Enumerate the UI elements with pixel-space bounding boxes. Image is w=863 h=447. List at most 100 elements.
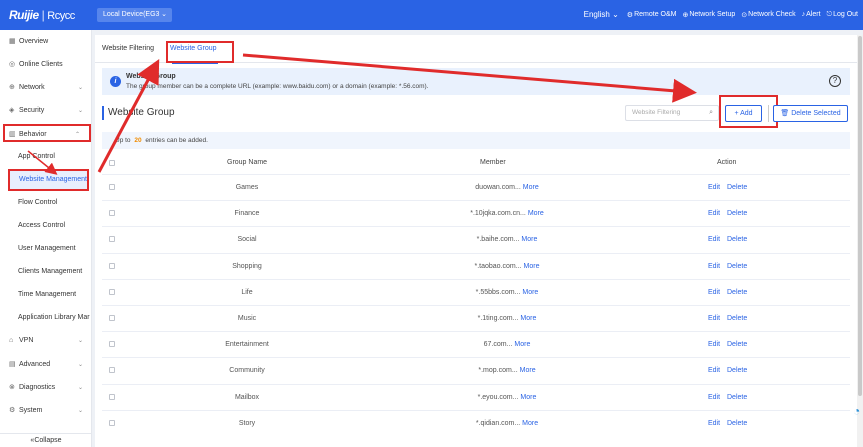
advanced-icon: ▤ — [9, 361, 16, 368]
header-group-name: Group Name — [227, 159, 268, 166]
delete-link[interactable]: Delete — [727, 315, 747, 322]
sidebar-item-vpn[interactable]: ⌂ VPN ⌄ — [0, 332, 92, 350]
edit-link[interactable]: Edit — [708, 289, 720, 296]
annotation-box-add — [719, 95, 778, 128]
sidebar-item-diagnostics[interactable]: ⊗ Diagnostics ⌄ — [0, 379, 92, 397]
logout-link[interactable]: ⎋ Log Out — [827, 11, 858, 19]
edit-link[interactable]: Edit — [708, 210, 720, 217]
member-cell: *.55bbs.com... More — [475, 288, 539, 296]
alert-link[interactable]: ♪ Alert — [802, 11, 821, 18]
group-name-cell: Entertainment — [225, 341, 269, 349]
group-name-cell: Music — [237, 315, 257, 322]
collapse-button[interactable]: «Collapse — [0, 433, 92, 447]
chevron-down-icon: ⌄ — [77, 108, 83, 114]
more-link[interactable]: More — [522, 289, 538, 296]
table-row: Games duowan.com... More Edit Delete — [102, 174, 850, 200]
gear-icon: ⚙ — [9, 407, 16, 414]
globe-icon: ⊕ — [9, 84, 15, 91]
help-icon[interactable]: ? — [829, 75, 841, 87]
delete-link[interactable]: Delete — [727, 184, 747, 191]
group-name-cell: Finance — [234, 210, 260, 218]
table-row: Life *.55bbs.com... More Edit Delete — [102, 278, 850, 305]
section-accent — [102, 106, 104, 120]
group-name-cell: Games — [235, 184, 259, 191]
table-header: Group Name Member Action — [102, 158, 850, 171]
sidebar-item-advanced[interactable]: ▤ Advanced ⌄ — [0, 356, 92, 374]
more-link[interactable]: More — [514, 341, 530, 348]
delete-link[interactable]: Delete — [727, 341, 747, 348]
member-cell: *.baihe.com... More — [476, 236, 538, 244]
header-member: Member — [480, 159, 506, 166]
sidebar-item-application-library[interactable]: Application Library Mar — [0, 309, 92, 327]
more-link[interactable]: More — [523, 184, 539, 191]
search-icon: ⌕ — [709, 109, 713, 116]
chevron-down-icon: ⌄ — [77, 408, 83, 414]
sidebar-item-app-control[interactable]: App Control — [0, 148, 92, 166]
edit-link[interactable]: Edit — [708, 367, 720, 374]
member-cell: *.qidian.com... More — [475, 419, 539, 427]
sidebar-item-access-control[interactable]: Access Control — [0, 217, 92, 235]
delete-link[interactable]: Delete — [727, 289, 747, 296]
clients-icon: ◎ — [9, 61, 16, 68]
chevron-up-icon: ⌃ — [74, 132, 80, 138]
tab-website-filtering[interactable]: Website Filtering — [102, 45, 154, 52]
check-icon: ⊙ — [741, 11, 748, 19]
main-panel: Website Filtering Website Group i Websit… — [95, 35, 857, 447]
sidebar-item-security[interactable]: ◈ Security ⌄ — [0, 102, 92, 120]
delete-link[interactable]: Delete — [727, 210, 747, 217]
sidebar: ▦ Overview ◎ Online Clients ⊕ Network ⌄ ◈ Sec… — [0, 30, 92, 447]
delete-link[interactable]: Delete — [727, 420, 747, 427]
delete-link[interactable]: Delete — [727, 367, 747, 374]
shield-icon: ◈ — [9, 107, 15, 114]
language-select[interactable]: English ⌄ — [584, 10, 619, 19]
sidebar-item-behavior[interactable]: ▥ Behavior ⌃ — [3, 124, 91, 142]
edit-link[interactable]: Edit — [708, 263, 720, 270]
more-link[interactable]: More — [522, 420, 538, 427]
chevron-down-icon: ⌄ — [77, 362, 83, 368]
network-check-link[interactable]: ⊙ Network Check — [741, 11, 795, 19]
member-cell: *.eyou.com... More — [477, 393, 537, 401]
sidebar-item-user-management[interactable]: User Management — [0, 240, 92, 258]
delete-link[interactable]: Delete — [727, 394, 747, 401]
edit-link[interactable]: Edit — [708, 341, 720, 348]
float-support-icon[interactable]: ◔ — [853, 404, 863, 428]
search-input[interactable]: Website Filtering ⌕ — [625, 105, 719, 121]
delete-link[interactable]: Delete — [727, 236, 747, 243]
member-cell: *.10jqka.com.cn... More — [470, 210, 544, 218]
sidebar-item-network[interactable]: ⊕ Network ⌄ — [0, 79, 92, 97]
sidebar-item-website-management[interactable]: Website Management — [8, 169, 89, 191]
sidebar-item-overview[interactable]: ▦ Overview — [0, 33, 92, 51]
sidebar-item-system[interactable]: ⚙ System ⌄ — [0, 402, 92, 420]
logout-icon: ⎋ — [826, 10, 833, 18]
sidebar-item-clients-management[interactable]: Clients Management — [0, 263, 92, 281]
sidebar-item-time-management[interactable]: Time Management — [0, 286, 92, 304]
more-link[interactable]: More — [524, 263, 540, 270]
sidebar-item-online-clients[interactable]: ◎ Online Clients — [0, 56, 92, 74]
edit-link[interactable]: Edit — [708, 236, 720, 243]
more-link[interactable]: More — [520, 394, 536, 401]
table-row: Mailbox *.eyou.com... More Edit Delete — [102, 383, 850, 410]
edit-link[interactable]: Edit — [708, 394, 720, 401]
member-cell: duowan.com... More — [475, 184, 539, 191]
more-link[interactable]: More — [528, 210, 544, 217]
delete-link[interactable]: Delete — [727, 263, 747, 270]
device-select[interactable]: Local Device(EG3 ⌄ — [97, 8, 172, 22]
group-name-cell: Community — [229, 367, 265, 375]
table-row: Story *.qidian.com... More Edit Delete — [102, 409, 850, 436]
delete-selected-button[interactable]: 🗑 Delete Selected — [773, 105, 848, 122]
network-setup-link[interactable]: ⊕ Network Setup — [682, 11, 735, 19]
edit-link[interactable]: Edit — [708, 315, 720, 322]
edit-link[interactable]: Edit — [708, 184, 720, 191]
more-link[interactable]: More — [520, 367, 536, 374]
sidebar-item-flow-control[interactable]: Flow Control — [0, 194, 92, 212]
edit-link[interactable]: Edit — [708, 420, 720, 427]
more-link[interactable]: More — [520, 315, 536, 322]
chevron-down-icon: ⌄ — [77, 85, 83, 91]
scrollbar-thumb[interactable] — [858, 36, 862, 396]
remote-om-link[interactable]: ⚙ Remote O&M — [627, 11, 677, 19]
select-all-checkbox[interactable] — [109, 160, 115, 166]
table-row: Shopping *.taobao.com... More Edit Delete — [102, 252, 850, 279]
more-link[interactable]: More — [521, 236, 537, 243]
group-name-cell: Story — [238, 419, 256, 427]
top-bar: Ruijie | Rcycc Local Device(EG3 ⌄ English … — [0, 0, 863, 30]
